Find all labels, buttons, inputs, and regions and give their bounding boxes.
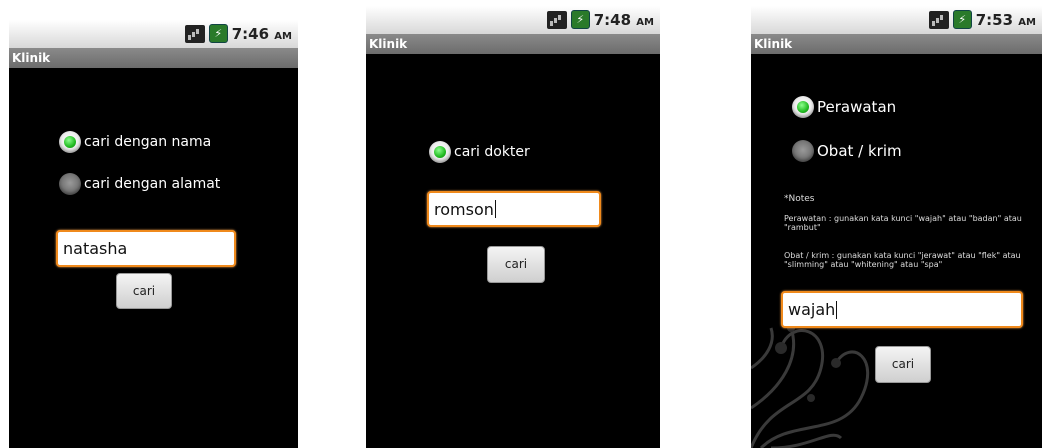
search-button[interactable]: cari	[875, 346, 931, 383]
radio-checked-icon	[792, 96, 814, 118]
status-bar: ⚡ 7:48 AM	[366, 6, 660, 34]
search-input-value: romson	[434, 199, 494, 219]
screen-3: ⚡ 7:53 AM Klinik Perawatan Obat / krim *…	[751, 6, 1042, 448]
radio-search-by-name[interactable]: cari dengan nama	[59, 131, 211, 153]
search-input-value: natasha	[63, 239, 128, 258]
screen-2: ⚡ 7:48 AM Klinik cari dokter romson cari	[366, 6, 660, 448]
search-input[interactable]: natasha	[56, 230, 236, 267]
app-title: Klinik	[751, 34, 1042, 54]
radio-unchecked-icon	[59, 173, 81, 195]
app-title: Klinik	[9, 48, 298, 68]
text-cursor	[494, 200, 496, 218]
notes-treatment: Perawatan : gunakan kata kunci "wajah" a…	[784, 214, 1022, 232]
search-input-value: wajah	[788, 300, 836, 319]
notes-heading: *Notes	[784, 194, 815, 204]
radio-label: cari dokter	[454, 144, 530, 160]
search-input[interactable]: wajah	[781, 291, 1023, 328]
clock: 7:53 AM	[975, 10, 1036, 29]
radio-medicine-cream[interactable]: Obat / krim	[792, 140, 902, 162]
search-button[interactable]: cari	[116, 273, 172, 309]
search-button-label: cari	[132, 284, 156, 298]
radio-label: Perawatan	[817, 98, 897, 116]
battery-icon: ⚡	[570, 10, 590, 29]
app-title: Klinik	[366, 34, 660, 54]
battery-icon: ⚡	[208, 24, 228, 43]
clock: 7:48 AM	[593, 10, 654, 29]
radio-label: Obat / krim	[817, 142, 902, 160]
radio-treatment[interactable]: Perawatan	[792, 96, 896, 118]
search-button[interactable]: cari	[487, 246, 545, 283]
radio-unchecked-icon	[792, 140, 814, 162]
signal-icon	[546, 10, 567, 29]
radio-label: cari dengan alamat	[84, 176, 221, 192]
signal-icon	[928, 10, 949, 29]
battery-icon: ⚡	[952, 10, 972, 29]
search-button-label: cari	[504, 257, 528, 271]
radio-search-doctor[interactable]: cari dokter	[429, 141, 530, 163]
screen-1: ⚡ 7:46 AM Klinik cari dengan nama cari d…	[9, 20, 298, 448]
radio-checked-icon	[59, 131, 81, 153]
radio-label: cari dengan nama	[84, 134, 212, 150]
clock: 7:46 AM	[231, 24, 292, 43]
radio-search-by-address[interactable]: cari dengan alamat	[59, 173, 220, 195]
search-input[interactable]: romson	[427, 191, 601, 227]
status-bar: ⚡ 7:46 AM	[9, 20, 298, 48]
text-cursor	[836, 300, 838, 319]
radio-checked-icon	[429, 141, 451, 163]
notes-medicine: Obat / krim : gunakan kata kunci "jerawa…	[784, 251, 1021, 269]
search-button-label: cari	[891, 357, 915, 371]
signal-icon	[184, 24, 205, 43]
status-bar: ⚡ 7:53 AM	[751, 6, 1042, 34]
